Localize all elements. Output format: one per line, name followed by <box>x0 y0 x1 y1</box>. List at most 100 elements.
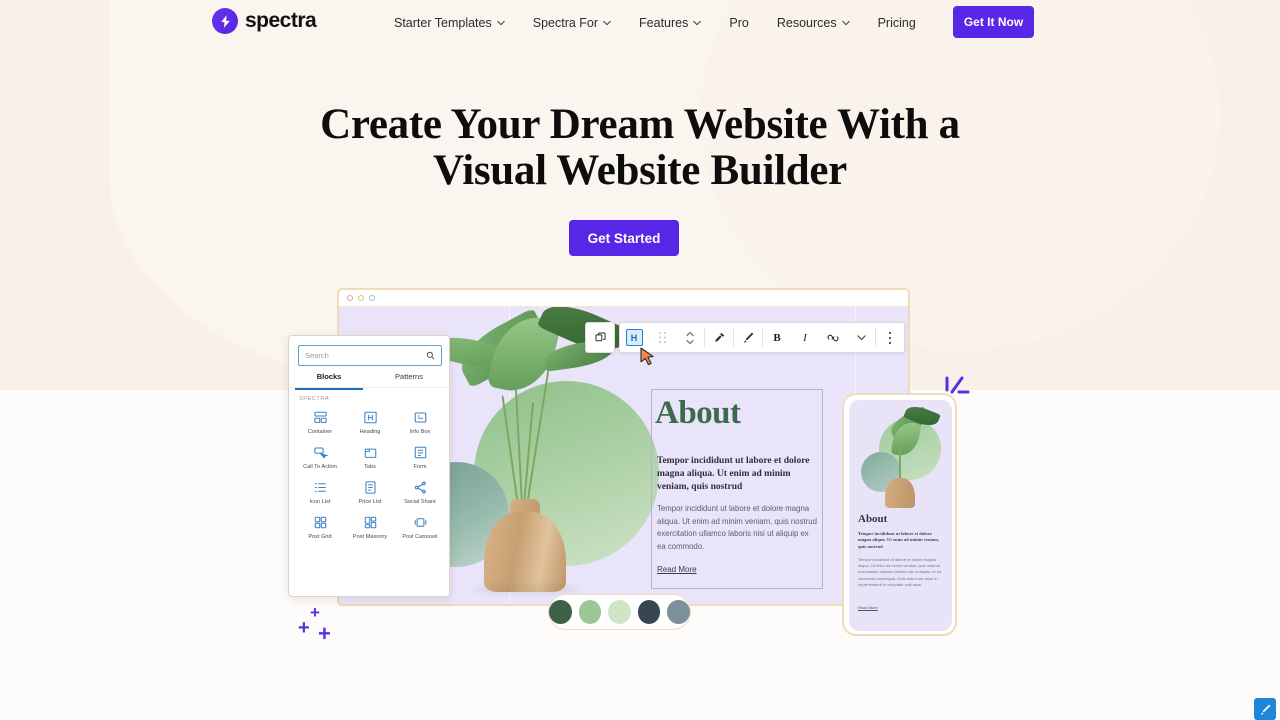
chevron-down-icon <box>841 19 850 27</box>
icon-list-icon <box>313 480 328 495</box>
wooden-vase <box>484 512 566 592</box>
page-title: Create Your Dream Website With a Visual … <box>0 102 1280 194</box>
browser-titlebar <box>339 290 908 307</box>
color-swatch[interactable] <box>667 600 690 624</box>
chevron-down-icon <box>497 19 505 27</box>
paintbrush-icon[interactable] <box>734 322 762 353</box>
chevron-down-icon <box>693 19 702 27</box>
block-item-container[interactable]: Container <box>295 410 345 435</box>
block-item-post-grid[interactable]: Post Grid <box>295 515 345 540</box>
more-options-icon[interactable] <box>876 322 904 353</box>
paintbrush-icon <box>1260 704 1270 715</box>
form-icon <box>413 445 428 460</box>
plus-decoration: + <box>298 617 310 639</box>
block-grid: Container Heading Info Box Call To Actio… <box>295 410 445 540</box>
bold-icon[interactable]: B <box>763 322 791 353</box>
post-masonry-icon <box>363 515 378 530</box>
color-swatch[interactable] <box>549 600 572 624</box>
vase-shadow <box>474 585 579 594</box>
main-navigation: Starter Templates Spectra For Features P… <box>380 0 930 45</box>
corner-paintbrush-badge[interactable] <box>1254 698 1276 720</box>
read-more-link[interactable]: Read More <box>858 605 878 610</box>
block-inserter-panel: Search Blocks Patterns SPECTRA Container… <box>288 335 450 597</box>
block-category-label: SPECTRA <box>299 396 330 402</box>
transform-icon[interactable] <box>705 322 733 353</box>
block-item-heading[interactable]: Heading <box>345 410 395 435</box>
get-it-now-button[interactable]: Get It Now <box>953 6 1034 38</box>
block-item-icon-list[interactable]: Icon List <box>295 480 345 505</box>
italic-icon[interactable]: I <box>791 322 819 353</box>
block-item-info-box[interactable]: Info Box <box>395 410 445 435</box>
nav-label: Pricing <box>877 15 916 30</box>
plus-decoration: + <box>318 621 331 646</box>
block-item-post-carousel[interactable]: Post Carousel <box>395 515 445 540</box>
block-item-call-to-action[interactable]: Call To Action <box>295 445 345 470</box>
mobile-preview-screen: About Tempor incididunt ut labore et dol… <box>849 400 952 631</box>
window-maximize-dot <box>369 295 375 301</box>
plant-stem <box>899 442 901 482</box>
nav-label: Pro <box>729 15 749 30</box>
search-placeholder: Search <box>305 351 329 360</box>
block-item-post-masonry[interactable]: Post Masonry <box>345 515 395 540</box>
color-palette-bar <box>548 594 691 630</box>
mobile-preview: About Tempor incididunt ut labore et dol… <box>842 393 957 636</box>
site-logo[interactable]: spectra <box>212 8 317 34</box>
nav-item-pro[interactable]: Pro <box>715 0 762 45</box>
color-swatch[interactable] <box>608 600 631 624</box>
block-item-price-list[interactable]: Price List <box>345 480 395 505</box>
get-started-button[interactable]: Get Started <box>569 220 679 256</box>
block-item-social-share[interactable]: Social Share <box>395 480 445 505</box>
spectra-bolt-icon <box>212 8 238 34</box>
duplicate-toolbar-group <box>585 322 615 353</box>
about-body-text[interactable]: Tempor incididunt ut labore et dolore ma… <box>657 503 819 553</box>
logo-text: spectra <box>245 9 317 32</box>
move-updown-icon[interactable] <box>676 322 704 353</box>
call-to-action-icon <box>313 445 329 460</box>
about-lead-text[interactable]: Tempor incididunt ut labore et dolore ma… <box>657 455 819 494</box>
link-icon[interactable] <box>819 322 847 353</box>
wooden-vase <box>885 478 915 508</box>
search-icon <box>426 351 435 360</box>
social-share-icon <box>413 480 428 495</box>
nav-item-resources[interactable]: Resources <box>763 0 864 45</box>
price-list-icon <box>363 480 378 495</box>
active-tab-indicator <box>295 388 363 390</box>
duplicate-block-icon[interactable] <box>586 322 614 353</box>
nav-item-starter-templates[interactable]: Starter Templates <box>380 0 519 45</box>
chevron-down-icon <box>603 19 611 27</box>
nav-label: Starter Templates <box>394 15 492 30</box>
nav-label: Resources <box>776 15 837 30</box>
color-swatch[interactable] <box>578 600 602 624</box>
tab-blocks[interactable]: Blocks <box>289 372 369 387</box>
nav-item-spectra-for[interactable]: Spectra For <box>519 0 625 45</box>
mouse-cursor-icon <box>640 347 656 372</box>
search-input[interactable]: Search <box>298 345 442 366</box>
window-close-dot <box>347 295 353 301</box>
chevron-down-icon[interactable] <box>847 322 875 353</box>
tab-patterns[interactable]: Patterns <box>369 372 449 387</box>
heading-icon <box>363 410 378 425</box>
container-icon <box>313 410 328 425</box>
about-lead-text: Tempor incididunt ut labore et dolore ma… <box>858 531 940 549</box>
block-item-form[interactable]: Form <box>395 445 445 470</box>
hero-title-line-1: Create Your Dream Website With a <box>320 101 960 148</box>
nav-item-pricing[interactable]: Pricing <box>864 0 930 45</box>
nav-label: Spectra For <box>532 15 599 30</box>
read-more-link[interactable]: Read More <box>657 565 697 574</box>
info-box-icon <box>413 410 428 425</box>
post-grid-icon <box>313 515 328 530</box>
block-item-tabs[interactable]: Tabs <box>345 445 395 470</box>
tabs-icon <box>363 445 378 460</box>
nav-item-features[interactable]: Features <box>625 0 715 45</box>
site-header: spectra Starter Templates Spectra For Fe… <box>0 0 1280 45</box>
inserter-tabs: Blocks Patterns <box>289 372 449 388</box>
post-carousel-icon <box>413 515 428 530</box>
hero-title-line-2: Visual Website Builder <box>433 147 847 194</box>
color-swatch[interactable] <box>637 600 661 624</box>
about-heading[interactable]: About <box>655 395 741 432</box>
format-toolbar-group: H B I <box>619 322 905 353</box>
nav-label: Features <box>639 15 689 30</box>
about-body-text: Tempor incididunt ut labore et dolore ma… <box>858 557 942 587</box>
plus-decoration: + <box>310 603 320 622</box>
about-heading: About <box>858 513 888 525</box>
